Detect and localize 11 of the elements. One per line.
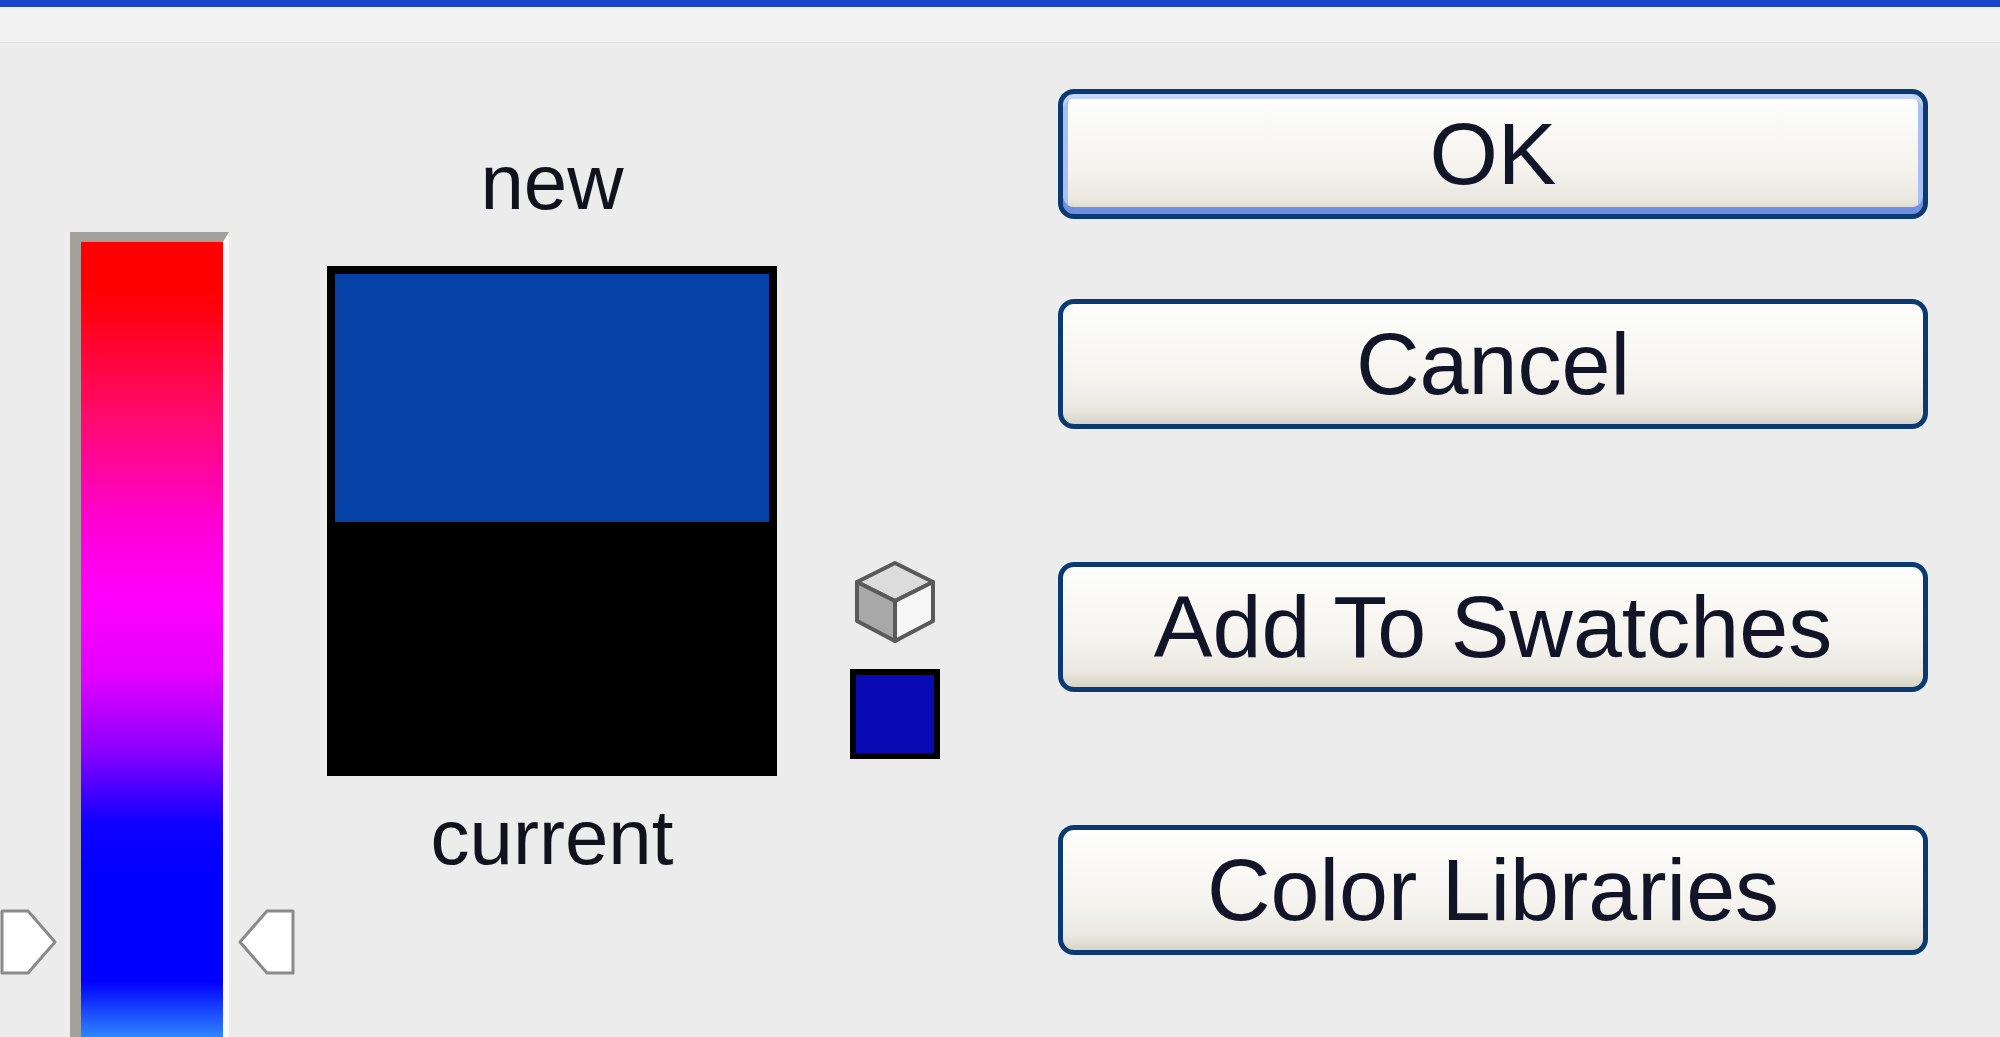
color-swatch[interactable] bbox=[850, 669, 940, 759]
swatch-caption: new bbox=[480, 138, 624, 226]
slider-thumb[interactable] bbox=[238, 908, 295, 975]
current-color-swatch[interactable] bbox=[327, 522, 777, 776]
color-libraries-button[interactable]: Color Libraries bbox=[1058, 825, 1928, 955]
slider-thumb[interactable] bbox=[0, 908, 57, 975]
swatch-caption: current bbox=[430, 793, 674, 881]
ok-button[interactable]: OK bbox=[1058, 89, 1928, 219]
cancel-button[interactable]: Cancel bbox=[1058, 299, 1928, 429]
add-to-swatches-button[interactable]: Add To Swatches bbox=[1058, 562, 1928, 692]
cube-icon[interactable] bbox=[853, 559, 937, 645]
